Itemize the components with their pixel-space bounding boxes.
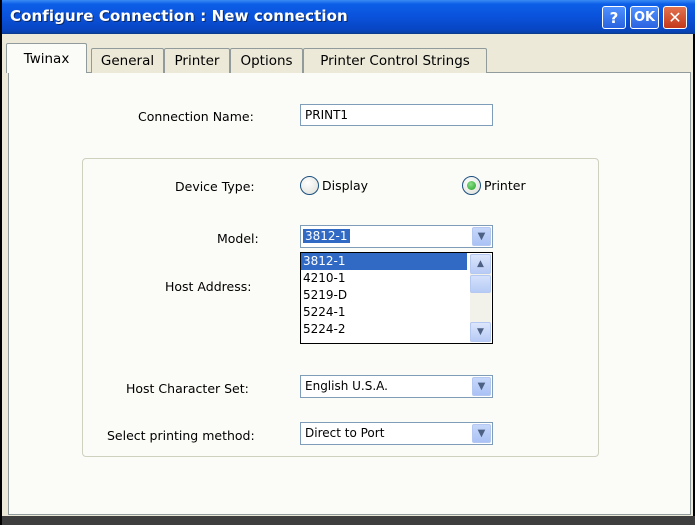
tab-printer-control-strings[interactable]: Printer Control Strings [303, 48, 487, 73]
host-address-label: Host Address: [165, 279, 252, 294]
connection-name-label: Connection Name: [138, 109, 254, 124]
printing-method-label: Select printing method: [107, 428, 255, 443]
host-character-set-value: English U.S.A. [305, 379, 388, 393]
dialog-window: Configure Connection : New connection ? … [0, 0, 695, 525]
arrow-up-icon[interactable]: ▲ [470, 254, 491, 274]
radio-display-circle[interactable] [300, 176, 319, 195]
list-item[interactable]: 5224-1 [301, 304, 467, 321]
list-item[interactable]: 4210-1 [301, 270, 467, 287]
list-item[interactable]: 5224-2 [301, 321, 467, 338]
radio-printer-label: Printer [484, 178, 526, 193]
host-character-set-label: Host Character Set: [126, 381, 249, 396]
device-type-label: Device Type: [175, 179, 255, 194]
radio-printer[interactable]: Printer [462, 176, 526, 195]
model-label: Model: [217, 231, 259, 246]
title-bar[interactable]: Configure Connection : New connection ? … [2, 0, 695, 34]
tab-printer[interactable]: Printer [164, 48, 230, 73]
dropdown-scrollbar[interactable]: ▲ ▼ [470, 254, 491, 342]
arrow-down-icon[interactable]: ▼ [470, 322, 491, 342]
model-combobox-value: 3812-1 [303, 229, 350, 243]
scrollbar-thumb[interactable] [470, 275, 491, 293]
help-button[interactable]: ? [602, 6, 626, 29]
tab-options[interactable]: Options [230, 48, 303, 73]
tab-general[interactable]: General [91, 48, 164, 73]
printing-method-value: Direct to Port [305, 426, 385, 440]
chevron-down-icon[interactable]: ▼ [472, 227, 491, 246]
model-dropdown-list[interactable]: 3812-1 4210-1 5219-D 5224-1 5224-2 ▲ ▼ [300, 252, 493, 344]
ok-button[interactable]: OK [630, 6, 659, 29]
chevron-down-icon[interactable]: ▼ [472, 424, 491, 443]
printing-method-combobox[interactable]: Direct to Port ▼ [300, 422, 493, 445]
radio-display[interactable]: Display [300, 176, 368, 195]
connection-name-field[interactable]: PRINT1 [300, 104, 493, 126]
list-item[interactable]: 3812-1 [301, 253, 467, 270]
chevron-down-icon[interactable]: ▼ [472, 377, 491, 396]
tab-twinax[interactable]: Twinax [6, 43, 87, 73]
radio-printer-circle[interactable] [462, 176, 481, 195]
radio-display-label: Display [322, 178, 369, 193]
host-character-set-combobox[interactable]: English U.S.A. ▼ [300, 375, 493, 398]
model-combobox[interactable]: 3812-1 ▼ [300, 225, 493, 248]
window-title: Configure Connection : New connection [10, 7, 348, 25]
taskbar-edge [2, 516, 695, 525]
list-item[interactable]: 5219-D [301, 287, 467, 304]
close-button[interactable]: ✕ [663, 6, 687, 29]
